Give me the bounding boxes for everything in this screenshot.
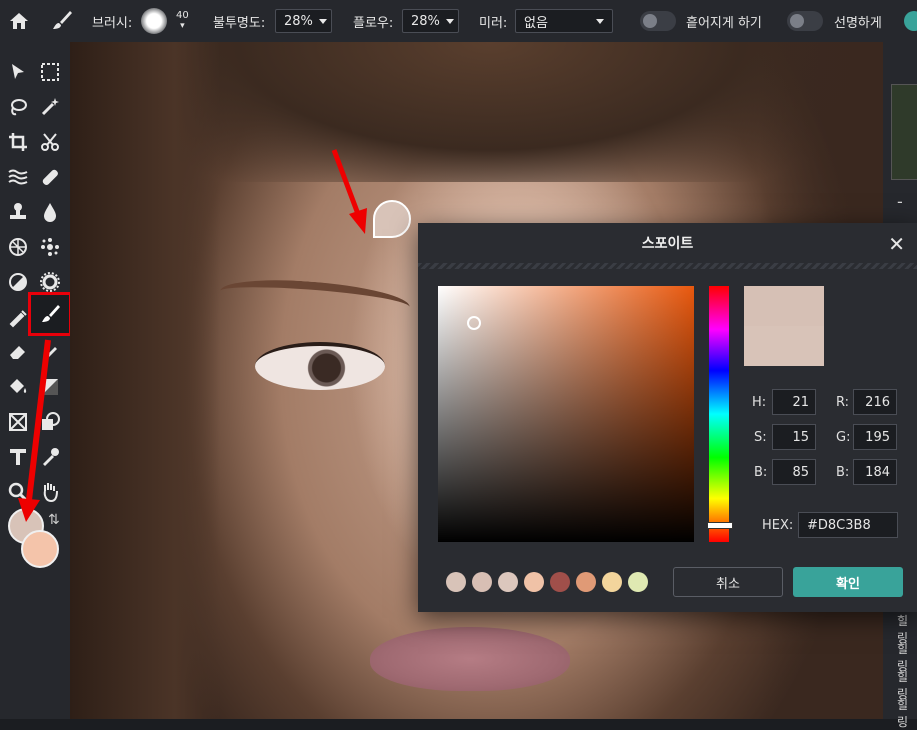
- flow-value: 28%: [411, 13, 440, 29]
- g-input[interactable]: 195: [853, 424, 897, 450]
- top-toolbar: 브러시: 40 ▾ 불투명도: 28% 플로우: 28% 미러: 없음 흩어지게…: [0, 0, 917, 42]
- scatter-toggle[interactable]: [640, 11, 676, 31]
- brush-size-stepper[interactable]: 40 ▾: [176, 0, 189, 42]
- chevron-down-icon: [445, 18, 454, 24]
- shape-icon[interactable]: [35, 407, 65, 437]
- color-preview: [744, 286, 824, 366]
- pen-icon[interactable]: [3, 302, 33, 332]
- drop-icon[interactable]: [35, 197, 65, 227]
- minus-button[interactable]: -: [897, 192, 903, 211]
- lasso-icon[interactable]: [3, 92, 33, 122]
- move-icon[interactable]: [3, 57, 33, 87]
- text-icon[interactable]: [3, 442, 33, 472]
- color-picker-handle[interactable]: [467, 316, 481, 330]
- home-icon[interactable]: [9, 0, 29, 42]
- scissors-icon[interactable]: [35, 127, 65, 157]
- flow-dropdown[interactable]: 28%: [402, 9, 459, 33]
- stamp-icon[interactable]: [3, 197, 33, 227]
- hue-slider[interactable]: [709, 286, 729, 542]
- opacity-dropdown[interactable]: 28%: [275, 9, 332, 33]
- photo-lips: [370, 627, 570, 691]
- color-preview-original: [744, 286, 824, 326]
- liquify-icon[interactable]: [3, 162, 33, 192]
- hand-icon[interactable]: [35, 477, 65, 507]
- swap-colors-icon[interactable]: ⇅: [48, 512, 60, 528]
- dialog-title: 스포이트: [641, 236, 694, 252]
- eyedropper-cursor: [373, 200, 411, 238]
- eyedropper-dialog: 스포이트 ✕ H: 21 R: 216 S: 15 G: 195 B: 85 B…: [418, 223, 917, 612]
- ok-button[interactable]: 확인: [793, 567, 903, 597]
- chevron-down-icon: [318, 18, 327, 24]
- background-color-swatch[interactable]: [21, 530, 59, 568]
- bandage-icon[interactable]: [35, 162, 65, 192]
- photo-eyebrow: [219, 275, 411, 323]
- stepper-arrow-icon: ▾: [180, 21, 185, 31]
- opacity-value: 28%: [284, 13, 313, 29]
- flow-label: 플로우:: [353, 15, 394, 31]
- hex-input[interactable]: #D8C3B8: [798, 512, 898, 538]
- hex-label: HEX:: [762, 518, 794, 533]
- gradient-icon[interactable]: [35, 372, 65, 402]
- r-input[interactable]: 216: [853, 389, 897, 415]
- pencil-icon[interactable]: [35, 337, 65, 367]
- crop-icon[interactable]: [3, 127, 33, 157]
- sharpen-toggle[interactable]: [787, 11, 823, 31]
- dialog-divider: [418, 263, 917, 269]
- brush-tool-icon: [50, 0, 74, 42]
- palette-swatch[interactable]: [550, 572, 570, 592]
- brush-preview[interactable]: [141, 0, 167, 42]
- g-label: G:: [836, 430, 851, 445]
- eyedropper-icon[interactable]: [35, 442, 65, 472]
- opacity-label: 불투명도:: [213, 15, 266, 31]
- toggle-on[interactable]: [904, 11, 917, 31]
- dodge-icon[interactable]: [3, 267, 33, 297]
- brush-label: 브러시:: [92, 15, 133, 31]
- chevron-down-icon: [596, 18, 604, 24]
- brightness-input[interactable]: 85: [772, 459, 816, 485]
- brightness-label: B:: [754, 465, 768, 480]
- palette-swatch[interactable]: [446, 572, 466, 592]
- sponge-icon[interactable]: [35, 267, 65, 297]
- brush-size-value: 40: [176, 10, 189, 21]
- scatter-label: 흩어지게 하기: [686, 15, 762, 31]
- s-label: S:: [754, 430, 767, 445]
- spot-icon[interactable]: [35, 232, 65, 262]
- palette-swatch[interactable]: [498, 572, 518, 592]
- s-input[interactable]: 15: [772, 424, 816, 450]
- palette-swatch[interactable]: [628, 572, 648, 592]
- eraser-icon[interactable]: [3, 337, 33, 367]
- cancel-button[interactable]: 취소: [673, 567, 783, 597]
- sharpen-label: 선명하게: [834, 15, 882, 31]
- palette-swatch[interactable]: [576, 572, 596, 592]
- bucket-icon[interactable]: [3, 372, 33, 402]
- h-input[interactable]: 21: [772, 389, 816, 415]
- palette-swatch[interactable]: [472, 572, 492, 592]
- mirror-value: 없음: [524, 15, 548, 31]
- brush-icon[interactable]: [28, 292, 72, 336]
- close-icon[interactable]: ✕: [888, 232, 905, 256]
- r-label: R:: [836, 395, 850, 410]
- wand-icon[interactable]: [35, 92, 65, 122]
- hue-slider-handle[interactable]: [707, 522, 733, 529]
- palette-swatch[interactable]: [524, 572, 544, 592]
- marquee-icon[interactable]: [35, 57, 65, 87]
- photo-hair-left: [70, 42, 220, 719]
- history-item[interactable]: 힐링: [897, 696, 917, 730]
- photo-eye: [255, 342, 385, 390]
- layer-thumbnail[interactable]: [891, 84, 917, 180]
- blue-label: B:: [836, 465, 850, 480]
- mirror-label: 미러:: [479, 15, 508, 31]
- h-label: H:: [752, 395, 767, 410]
- palette-swatch[interactable]: [602, 572, 622, 592]
- zoom-icon[interactable]: [3, 477, 33, 507]
- blue-input[interactable]: 184: [853, 459, 897, 485]
- pattern-icon[interactable]: [3, 232, 33, 262]
- mirror-dropdown[interactable]: 없음: [515, 9, 613, 33]
- tool-panel: ⇅: [0, 42, 72, 719]
- frame-icon[interactable]: [3, 407, 33, 437]
